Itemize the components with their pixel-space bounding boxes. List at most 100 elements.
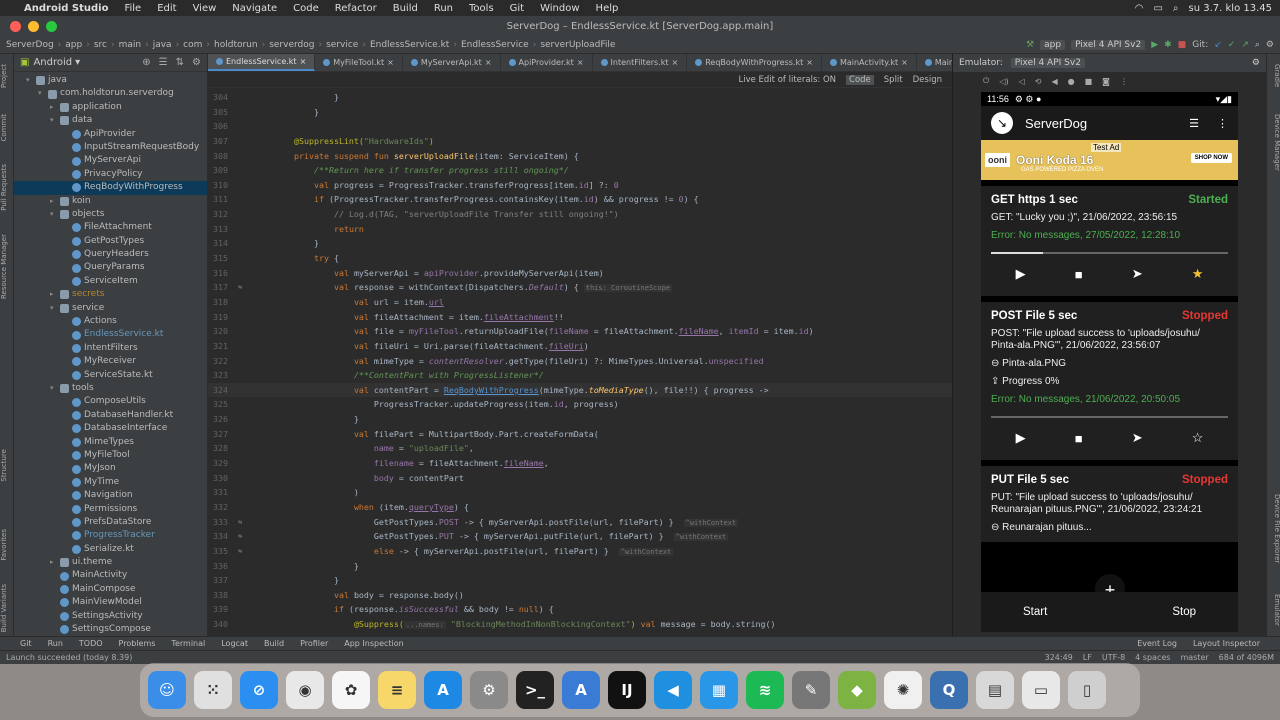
tool-tab-emulator[interactable]: Emulator xyxy=(1267,594,1280,626)
git-branch[interactable]: master xyxy=(1180,653,1208,662)
code-line[interactable]: 322 val mimeType = contentResolver.getTy… xyxy=(208,354,952,369)
code-text[interactable]: /**ContentPart with ProgressListener*/ xyxy=(274,368,544,383)
code-line[interactable]: 337 } xyxy=(208,573,952,588)
tree-item[interactable]: ReqBodyWithProgress xyxy=(14,181,207,195)
home-icon[interactable]: ● xyxy=(1068,77,1075,86)
dock-docker-icon[interactable]: ▦ xyxy=(700,671,738,709)
close-icon[interactable]: × xyxy=(672,58,679,67)
tree-item[interactable]: Navigation xyxy=(14,489,207,502)
ad-banner[interactable]: ooni Ooni Koda 16 GAS POWERED PIZZA OVEN… xyxy=(981,140,1238,180)
code-text[interactable]: filename = fileAttachment.fileName, xyxy=(274,456,549,471)
rotate-icon[interactable]: ⟲ xyxy=(1035,77,1042,86)
menu-item-git[interactable]: Git xyxy=(510,3,524,14)
tree-item[interactable]: GetPostTypes xyxy=(14,235,207,248)
service-card[interactable]: POST File 5 sec Stopped POST: "File upload… xyxy=(981,302,1238,460)
wifi-icon[interactable]: ◠ xyxy=(1135,3,1144,14)
code-line[interactable]: 340 @Suppress(...names: "BlockingMethodI… xyxy=(208,617,952,632)
tree-item[interactable]: FileAttachment xyxy=(14,221,207,234)
code-line[interactable]: 326 } xyxy=(208,412,952,427)
code-line[interactable]: 325 ProgressTracker.updateProgress(item.… xyxy=(208,397,952,412)
code-line[interactable]: 306 xyxy=(208,119,952,134)
code-line[interactable]: 333 ⇆ GetPostTypes.POST -> { myServerApi.… xyxy=(208,515,952,530)
tool-window-build[interactable]: Build xyxy=(264,639,284,648)
tree-item[interactable]: ComposeUtils xyxy=(14,395,207,408)
breadcrumb-item[interactable]: com xyxy=(183,40,202,50)
code-line[interactable]: 311 if (ProgressTracker.transferProgress… xyxy=(208,192,952,207)
camera-icon[interactable]: ◙ xyxy=(1102,77,1110,86)
tree-item[interactable]: MyFileTool xyxy=(14,449,207,462)
tree-item[interactable]: ▾ objects xyxy=(14,208,207,221)
breadcrumb-item[interactable]: main xyxy=(119,40,142,50)
dock-spotify-icon[interactable]: ≋ xyxy=(746,671,784,709)
editor-tab[interactable]: IntentFilters.kt × xyxy=(593,54,688,71)
play-icon[interactable]: ▶ xyxy=(1016,266,1026,282)
send-icon[interactable]: ➤ xyxy=(1132,266,1143,282)
chevron-right-icon[interactable]: ▸ xyxy=(50,195,60,208)
code-text[interactable]: } xyxy=(274,412,359,427)
tree-item[interactable]: ServiceState.kt xyxy=(14,369,207,382)
dock-terminal-icon[interactable]: >_ xyxy=(516,671,554,709)
code-line[interactable]: 314 } xyxy=(208,236,952,251)
code-view-button[interactable]: Code xyxy=(846,74,874,85)
chevron-down-icon[interactable]: ▾ xyxy=(50,382,60,395)
volume-up-icon[interactable]: ◁) xyxy=(999,77,1008,86)
code-line[interactable]: 323 /**ContentPart with ProgressListener… xyxy=(208,368,952,383)
breadcrumb-item[interactable]: EndlessService.kt xyxy=(370,40,449,50)
menu-item-window[interactable]: Window xyxy=(540,3,579,14)
code-text[interactable]: } xyxy=(274,559,359,574)
tree-item[interactable]: DatabaseHandler.kt xyxy=(14,409,207,422)
tool-window-problems[interactable]: Problems xyxy=(119,639,156,648)
locate-icon[interactable]: ⊕ xyxy=(142,57,150,68)
code-text[interactable]: try { xyxy=(274,251,339,266)
code-line[interactable]: 334 ⇆ GetPostTypes.PUT -> { myServerApi.p… xyxy=(208,529,952,544)
code-text[interactable]: @Suppress(...names: "BlockingMethodInNon… xyxy=(274,617,776,632)
code-line[interactable]: 304 } xyxy=(208,90,952,105)
memory-indicator[interactable]: 684 of 4096M xyxy=(1219,653,1274,662)
code-text[interactable]: val fileUri = Uri.parse(fileAttachment.f… xyxy=(274,339,589,354)
tree-item[interactable]: PrefsDataStore xyxy=(14,516,207,529)
code-text[interactable]: val response = withContext(Dispatchers.D… xyxy=(274,280,673,295)
chevron-right-icon[interactable]: ▸ xyxy=(50,556,60,569)
dock-android-studio-icon[interactable]: A xyxy=(562,671,600,709)
shop-now-button[interactable]: SHOP NOW xyxy=(1190,153,1232,163)
status-message[interactable]: Launch succeeded (today 8.39) xyxy=(6,653,132,662)
editor-tab[interactable]: ApiProvider.kt × xyxy=(501,54,593,71)
code-line[interactable]: 324 val contentPart = ReqBodyWithProgres… xyxy=(208,382,952,398)
run-config-select[interactable]: app xyxy=(1040,39,1066,50)
tool-tab-favorites[interactable]: Favorites xyxy=(0,529,14,561)
overview-icon[interactable]: ■ xyxy=(1085,77,1093,86)
git-commit-icon[interactable]: ✓ xyxy=(1228,40,1236,50)
code-line[interactable]: 308 private suspend fun serverUploadFile… xyxy=(208,149,952,164)
editor-tab[interactable]: MainActivity.kt × xyxy=(822,54,917,71)
tree-item[interactable]: Actions xyxy=(14,315,207,328)
code-line[interactable]: 327 val filePart = MultipartBody.Part.cr… xyxy=(208,427,952,442)
stop-icon[interactable]: ■ xyxy=(1178,40,1187,50)
code-line[interactable]: 335 ⇆ else -> { myServerApi.postFile(url,… xyxy=(208,544,952,559)
code-text[interactable]: ) xyxy=(274,485,359,500)
collapse-all-icon[interactable]: ☰ xyxy=(159,57,168,68)
tree-item[interactable]: ▾ service xyxy=(14,302,207,315)
tool-window-todo[interactable]: TODO xyxy=(79,639,103,648)
code-text[interactable]: val url = item.url xyxy=(274,295,444,310)
tool-window-logcat[interactable]: Logcat xyxy=(221,639,248,648)
star-filled-icon[interactable]: ★ xyxy=(1192,266,1204,282)
close-icon[interactable]: × xyxy=(577,58,584,67)
code-line[interactable]: 321 val fileUri = Uri.parse(fileAttachme… xyxy=(208,339,952,354)
code-line[interactable]: 313 return xyxy=(208,222,952,237)
dock-notes-icon[interactable]: ≡ xyxy=(378,671,416,709)
tree-item[interactable]: MyReceiver xyxy=(14,355,207,368)
live-edit-toggle[interactable]: Live Edit of literals: ON xyxy=(739,75,837,85)
menu-item-run[interactable]: Run xyxy=(434,3,453,14)
menu-item-build[interactable]: Build xyxy=(393,3,418,14)
file-encoding[interactable]: UTF-8 xyxy=(1102,653,1125,662)
code-text[interactable]: // Log.d(TAG, "serverUploadFile Transfer… xyxy=(274,207,619,222)
service-card[interactable]: GET https 1 sec Started GET: "Lucky you ;)… xyxy=(981,186,1238,296)
editor-tab[interactable]: ReqBodyWithProgress.kt × xyxy=(687,54,822,71)
code-line[interactable]: 309 /**Return here if transfer progress … xyxy=(208,163,952,178)
code-line[interactable]: 312 // Log.d(TAG, "serverUploadFile Tran… xyxy=(208,207,952,222)
code-text[interactable]: @SuppressLint("HardwareIds") xyxy=(274,134,434,149)
tool-tab-build-variants[interactable]: Build Variants xyxy=(0,584,14,632)
dock-photos-icon[interactable]: ✿ xyxy=(332,671,370,709)
code-line[interactable]: 310 val progress = ProgressTracker.trans… xyxy=(208,178,952,193)
search-everywhere-icon[interactable]: ⌕ xyxy=(1255,40,1260,50)
